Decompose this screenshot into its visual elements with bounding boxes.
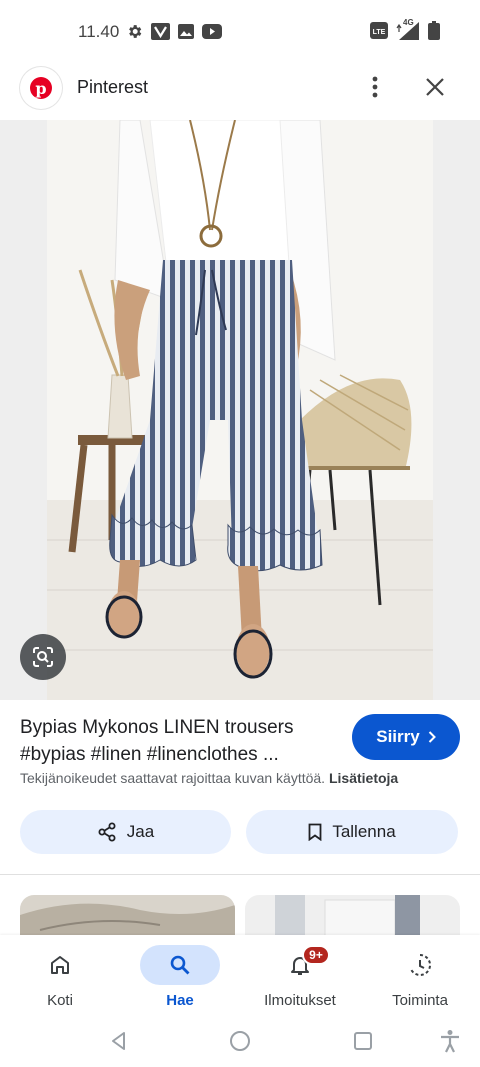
copyright-notice: Tekijänoikeudet saattavat rajoittaa kuva… — [20, 770, 398, 786]
save-button[interactable]: Tallenna — [246, 810, 458, 854]
home-circle-icon — [230, 1031, 250, 1051]
share-label: Jaa — [126, 822, 155, 841]
learn-more-link[interactable]: Lisätietoja — [329, 770, 398, 786]
home-system-button[interactable] — [227, 1028, 253, 1054]
visit-button[interactable]: Siirry — [352, 714, 460, 760]
v-app-icon — [151, 23, 170, 45]
recents-button[interactable] — [350, 1028, 376, 1054]
search-icon — [140, 945, 220, 985]
app-title: Pinterest — [77, 77, 149, 97]
share-button[interactable]: Jaa — [20, 810, 231, 854]
copyright-text: Tekijänoikeudet saattavat rajoittaa kuva… — [20, 770, 326, 786]
svg-text:LTE: LTE — [373, 29, 386, 36]
home-icon — [20, 945, 100, 985]
bookmark-icon — [308, 823, 322, 841]
lens-icon — [33, 647, 53, 667]
system-navigation-bar — [0, 1015, 480, 1067]
bottom-navigation: Koti Hae 9+ Ilmoitukset Toiminta — [0, 935, 480, 1015]
nav-label-activity: Toiminta — [392, 992, 448, 1009]
activity-icon — [380, 945, 460, 985]
nav-item-home[interactable]: Koti — [0, 941, 120, 1013]
gear-icon — [126, 23, 143, 45]
accessibility-button[interactable] — [437, 1028, 463, 1054]
volte-icon: LTE — [370, 22, 388, 44]
battery-icon — [428, 21, 440, 45]
related-pin-thumbnail[interactable] — [20, 895, 235, 940]
nav-label-home: Koti — [47, 992, 73, 1009]
nav-item-activity[interactable]: Toiminta — [360, 941, 480, 1013]
chevron-right-icon — [428, 731, 436, 743]
pin-photo — [0, 120, 480, 700]
gallery-icon — [178, 24, 194, 44]
pin-image[interactable] — [0, 120, 480, 700]
pinterest-logo-icon: p — [20, 67, 62, 109]
pinterest-logo-mark: p — [30, 77, 52, 99]
nav-item-search[interactable]: Hae — [120, 941, 240, 1013]
more-options-button[interactable] — [360, 72, 390, 102]
nav-label-search: Hae — [166, 992, 194, 1009]
recents-square-icon — [354, 1032, 372, 1050]
status-time: 11.40 — [78, 22, 120, 41]
status-right-icons: LTE 4G — [370, 18, 440, 45]
back-triangle-icon — [112, 1032, 125, 1050]
app-header: p Pinterest — [0, 64, 480, 120]
close-icon — [426, 78, 444, 96]
divider — [0, 874, 480, 875]
more-vert-icon — [372, 76, 378, 98]
share-icon — [98, 822, 116, 842]
back-button[interactable] — [106, 1028, 132, 1054]
status-left-icons — [126, 23, 222, 45]
visit-label: Siirry — [376, 727, 420, 746]
save-label: Tallenna — [332, 822, 396, 841]
pin-title[interactable]: Bypias Mykonos LINEN trousers #bypias #l… — [20, 714, 340, 768]
4g-signal-icon: 4G — [396, 18, 420, 45]
accessibility-icon — [441, 1030, 459, 1053]
visual-search-button[interactable] — [20, 634, 66, 680]
network-label: 4G — [403, 17, 414, 27]
status-bar: 11.40 LTE 4G — [0, 0, 480, 64]
close-button[interactable] — [420, 72, 450, 102]
youtube-icon — [202, 24, 222, 44]
nav-label-notifications: Ilmoitukset — [264, 992, 336, 1009]
related-pin-thumbnail[interactable] — [245, 895, 460, 940]
notification-badge: 9+ — [302, 945, 330, 965]
nav-item-notifications[interactable]: 9+ Ilmoitukset — [240, 941, 360, 1013]
